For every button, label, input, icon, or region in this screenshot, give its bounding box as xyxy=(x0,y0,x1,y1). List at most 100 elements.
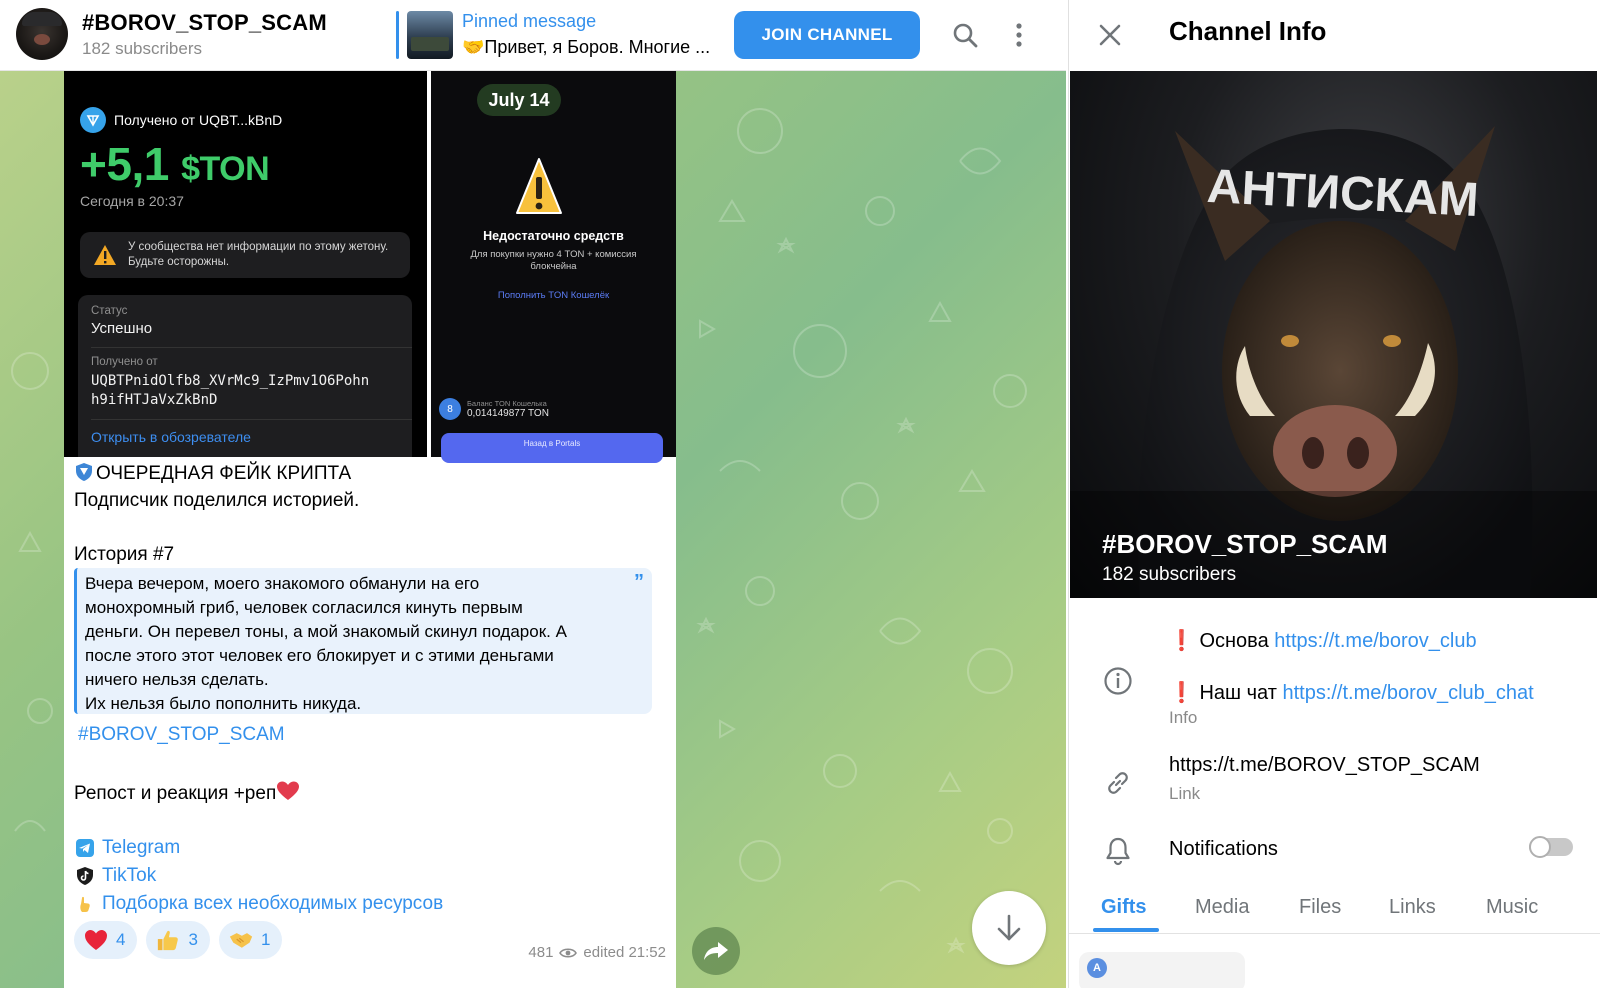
channel-info-panel: Channel Info АНТИСКАМ #BOROV_STOP_SCAM 1… xyxy=(1068,0,1600,988)
notifications-row[interactable]: Notifications xyxy=(1069,832,1600,872)
quote-block: ” Вчера вечером, моего знакомого обманул… xyxy=(74,568,652,714)
media-photo-insufficient-funds[interactable]: July 14 Недостаточно средств Для покупки… xyxy=(431,71,676,463)
quote-line: после этого этот человек его блокирует и… xyxy=(85,646,554,665)
tab-music[interactable]: Music xyxy=(1486,896,1538,919)
info-label: Info xyxy=(1169,708,1198,727)
quote-line: монохромный гриб, человек согласился кин… xyxy=(85,598,523,617)
reaction-handshake[interactable]: 1 xyxy=(218,921,283,959)
channel-link[interactable]: https://t.me/BOROV_STOP_SCAM xyxy=(1169,754,1480,777)
quote-line: Вчера вечером, моего знакомого обманули … xyxy=(85,574,480,593)
subscriber-count: 182 subscribers xyxy=(82,39,203,58)
gift-badge-icon: A xyxy=(1087,958,1107,978)
join-channel-button[interactable]: JOIN CHANNEL xyxy=(734,11,920,59)
chat-header: #BOROV_STOP_SCAM 182 subscribers Pinned … xyxy=(0,0,1066,71)
borov-chat-link[interactable]: https://t.me/borov_club_chat xyxy=(1282,682,1533,704)
story-title: История #7 xyxy=(74,544,175,565)
tiktok-link[interactable]: TikTok xyxy=(74,862,443,890)
status-label: Статус xyxy=(91,305,128,317)
tiktok-icon xyxy=(74,865,96,887)
close-icon[interactable] xyxy=(1089,14,1131,56)
search-icon[interactable] xyxy=(944,14,986,56)
reaction-heart[interactable]: 4 xyxy=(74,921,138,959)
balance-value: 0,014149877 TON xyxy=(467,408,549,419)
share-arrow-icon xyxy=(704,942,728,960)
pinned-label[interactable]: Pinned message xyxy=(462,11,596,32)
tab-files[interactable]: Files xyxy=(1299,896,1341,919)
warning-icon xyxy=(94,245,116,265)
cover-channel-name: #BOROV_STOP_SCAM xyxy=(1102,529,1388,559)
sender-label: Получено от xyxy=(91,356,158,368)
cover-subscribers: 182 subscribers xyxy=(1102,564,1237,585)
link-section[interactable]: https://t.me/BOROV_STOP_SCAM Link xyxy=(1069,752,1600,812)
reaction-count: 3 xyxy=(188,930,198,949)
link-label: Link xyxy=(1169,784,1201,803)
insufficient-funds-title: Недостаточно средств xyxy=(483,229,624,243)
handshake-icon xyxy=(229,928,253,952)
active-tab-indicator xyxy=(1093,928,1159,932)
ton-icon xyxy=(80,107,106,133)
heart-icon xyxy=(84,928,108,952)
eye-icon xyxy=(559,947,578,958)
panel-title: Channel Info xyxy=(1169,16,1327,46)
repost-line: Репост и реакция +реп xyxy=(74,780,300,805)
ton-symbol: $TON xyxy=(181,150,270,188)
status-value: Успешно xyxy=(91,320,153,337)
info-icon xyxy=(1101,664,1135,698)
more-vertical-icon[interactable] xyxy=(998,14,1040,56)
toggle-knob xyxy=(1529,836,1551,858)
pinned-text[interactable]: 🤝Привет, я Боров. Многие ... xyxy=(462,37,710,58)
info-section: ❗ Основа https://t.me/borov_club ❗ Наш ч… xyxy=(1069,620,1600,727)
balance-label: Баланс TON Кошелька xyxy=(467,399,547,408)
topup-link: Пополнить TON Кошелёк xyxy=(497,290,610,301)
channel-cover-photo[interactable]: АНТИСКАМ #BOROV_STOP_SCAM 182 subscriber… xyxy=(1070,71,1597,598)
borov-club-link[interactable]: https://t.me/borov_club xyxy=(1274,630,1476,652)
quote-icon: ” xyxy=(634,571,644,593)
reactions-bar: 4 3 1 xyxy=(74,921,283,959)
channel-name[interactable]: #BOROV_STOP_SCAM xyxy=(82,10,327,36)
received-from-text: Получено от UQBT...kBnD xyxy=(114,112,283,128)
scroll-down-button[interactable] xyxy=(972,891,1046,965)
gift-card[interactable]: A xyxy=(1079,952,1245,988)
message-meta: 481 edited 21:52 xyxy=(528,944,666,961)
quote-line: Их нельзя было пополнить никуда. xyxy=(85,694,362,713)
wallet-icon: 8 xyxy=(439,398,461,420)
channel-avatar[interactable] xyxy=(16,8,68,60)
insufficient-funds-subtitle: Для покупки нужно 4 TON + комиссия блокч… xyxy=(470,249,637,272)
sender-address-line1: UQBTPnidOlfb8_XVrMc9_IzPmv1O6Pohn xyxy=(91,373,370,389)
bell-icon xyxy=(1101,834,1135,868)
share-button[interactable] xyxy=(692,927,740,975)
tab-media[interactable]: Media xyxy=(1195,896,1249,919)
thumbs-up-icon xyxy=(156,928,180,952)
reaction-thumbs-up[interactable]: 3 xyxy=(146,921,210,959)
shared-media-tabs: Gifts Media Files Links Music xyxy=(1069,888,1600,934)
channel-message[interactable]: Получено от UQBT...kBnD +5,1 $TON Сегодн… xyxy=(64,71,676,988)
info-line1: ❗ Основа https://t.me/borov_club xyxy=(1169,630,1477,652)
wallet-balance: 8 Баланс TON Кошелька 0,014149877 TON xyxy=(439,398,549,420)
link-icon xyxy=(1101,766,1135,800)
ton-amount: +5,1 $TON xyxy=(80,138,270,190)
info-line2: ❗ Наш чат https://t.me/borov_club_chat xyxy=(1169,682,1534,704)
pinned-thumbnail[interactable] xyxy=(407,11,453,59)
notifications-toggle[interactable] xyxy=(1529,836,1573,858)
reaction-count: 4 xyxy=(116,930,126,949)
warning-icon xyxy=(516,158,562,214)
tab-links[interactable]: Links xyxy=(1389,896,1436,919)
resources-link[interactable]: Подборка всех необходимых ресурсов xyxy=(74,890,443,918)
transaction-details-card: Статус Успешно Получено от UQBTPnidOlfb8… xyxy=(78,295,412,457)
shield-icon xyxy=(76,463,92,481)
hashtag-link[interactable]: #BOROV_STOP_SCAM xyxy=(78,724,285,746)
boar-hoodie-image: АНТИСКАМ xyxy=(1070,126,1597,598)
heart-icon xyxy=(277,781,300,800)
tab-gifts[interactable]: Gifts xyxy=(1101,896,1147,919)
back-to-portals-button: Назад в Portals xyxy=(441,433,663,463)
message-headline: ОЧЕРЕДНАЯ ФЕЙК КРИПТА xyxy=(74,460,666,487)
media-photo-transaction[interactable]: Получено от UQBT...kBnD +5,1 $TON Сегодн… xyxy=(64,71,427,457)
telegram-link[interactable]: Telegram xyxy=(74,834,443,862)
pinned-indicator xyxy=(396,11,399,59)
date-badge: July 14 xyxy=(477,84,561,116)
quote-line: деньги. Он перевел тоны, а мой знакомый … xyxy=(85,622,567,641)
view-count: 481 xyxy=(528,944,554,961)
transaction-date: Сегодня в 20:37 xyxy=(80,193,184,209)
message-line2: Подписчик поделился историей. xyxy=(74,490,360,511)
telegram-icon xyxy=(74,837,96,859)
